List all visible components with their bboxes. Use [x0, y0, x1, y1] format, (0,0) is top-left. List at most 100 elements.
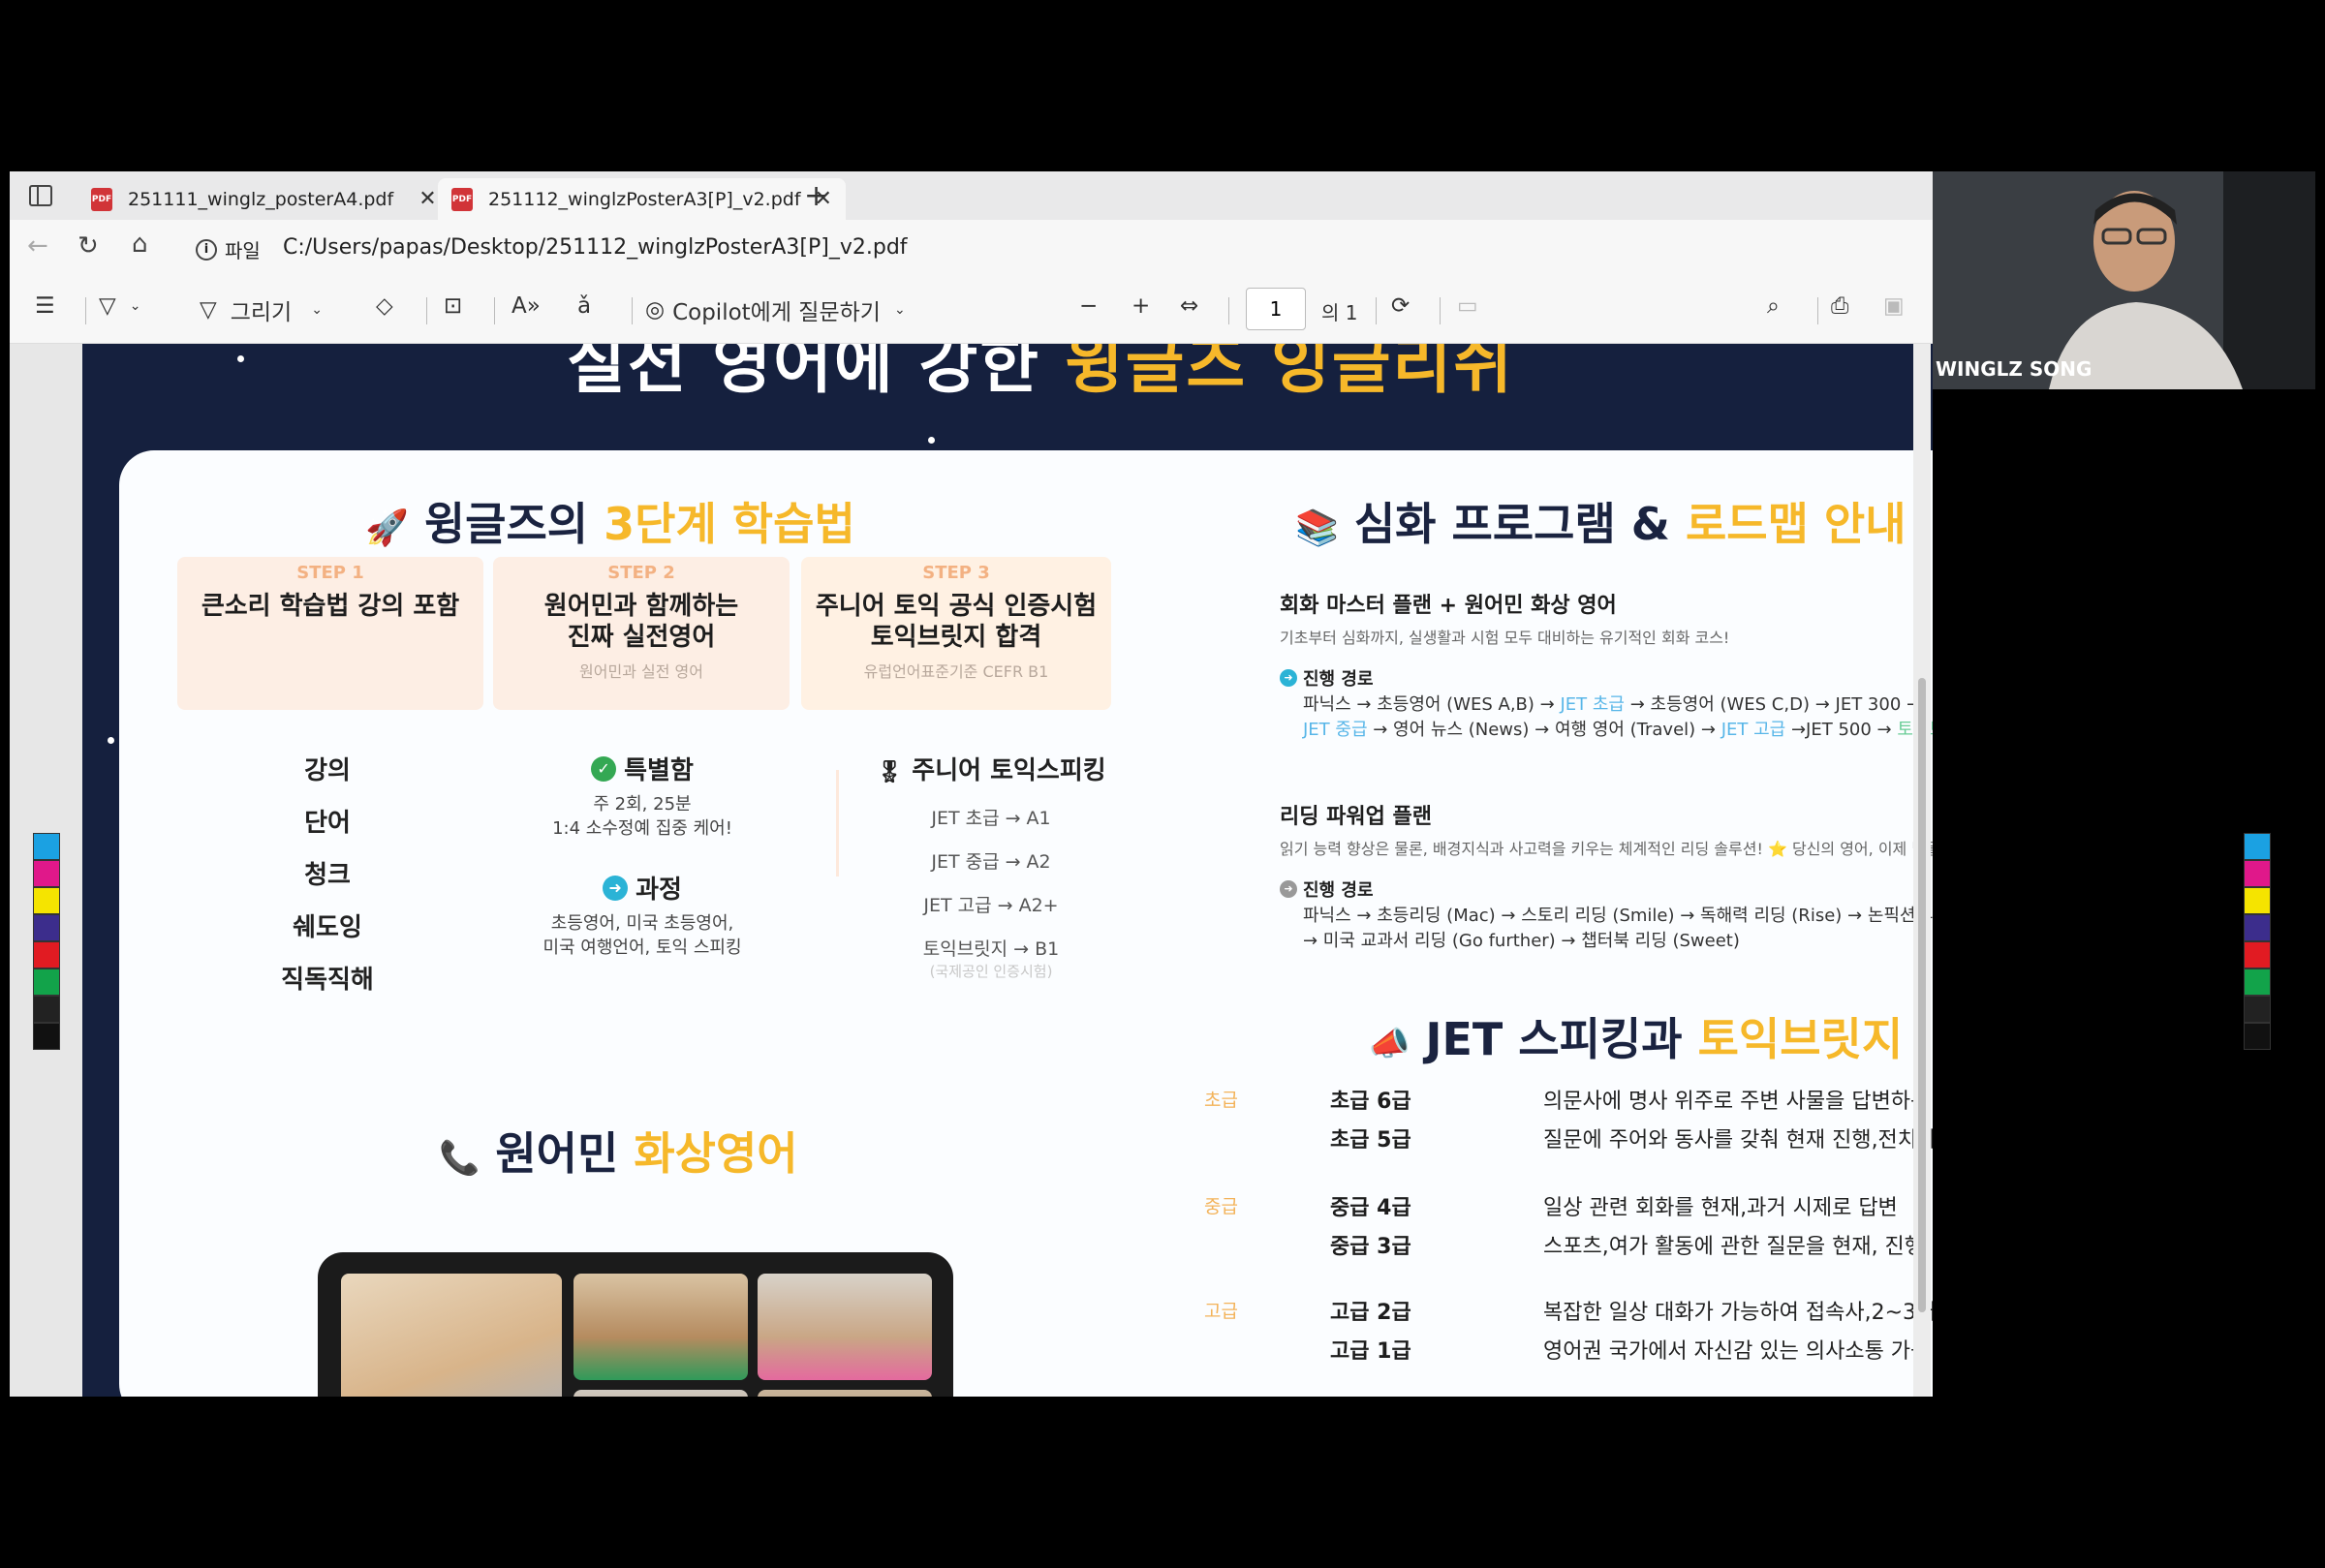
refresh-icon[interactable]: ↻	[78, 231, 99, 261]
back-icon[interactable]: ←	[27, 231, 48, 261]
new-tab-icon[interactable]: +	[804, 179, 828, 213]
step-label: STEP 2	[607, 563, 675, 583]
copilot-button[interactable]: ◎ Copilot에게 질문하기 ⌄	[645, 293, 906, 326]
fit-width-icon[interactable]: ⇔	[1180, 293, 1198, 319]
special-heading-text: 특별함	[624, 756, 694, 785]
page-view-icon[interactable]: ▭	[1457, 293, 1478, 319]
home-icon[interactable]: ⌂	[132, 230, 148, 259]
divider	[426, 297, 427, 324]
step-sub: 원어민과 실전 영어	[579, 662, 703, 681]
translate-icon[interactable]: ǎ	[577, 293, 591, 319]
color-swatch[interactable]	[33, 833, 60, 860]
color-swatch[interactable]	[33, 968, 60, 996]
poster-page: 실전 영어에 강한 윙글즈 잉글리쉬 🚀 윙글즈의 3단계 학습법 STEP 1…	[82, 344, 1933, 1397]
text-box-icon[interactable]: ⊡	[444, 293, 462, 319]
tab-posterA4[interactable]: PDF 251111_winglz_posterA4.pdf ✕	[78, 178, 450, 220]
video-title-dark: 원어민	[495, 1127, 635, 1180]
color-swatch[interactable]	[2244, 996, 2271, 1023]
copilot-icon: ◎	[645, 297, 666, 323]
toeic-level: JET 초급 → A1	[931, 808, 1051, 829]
step-3-box: STEP 3 주니어 토익 공식 인증시험 토익브릿지 합격 유럽언어표준기준 …	[801, 557, 1111, 710]
level-name: 고급 1급	[1330, 1339, 1411, 1364]
contents-icon[interactable]: ☰	[35, 293, 55, 319]
pdf-document-area[interactable]: 실전 영어에 강한 윙글즈 잉글리쉬 🚀 윙글즈의 3단계 학습법 STEP 1…	[10, 344, 1933, 1397]
pdf-toolbar: ☰ ▽ ⌄ ▽ 그리기 ⌄ ◇ ⊡ A» ǎ ◎ Copilot에게 질문하기 …	[10, 276, 1933, 344]
step-sub: 유럽언어표준기준 CEFR B1	[863, 662, 1049, 681]
poster-title-gold: 윙글즈 잉글리쉬	[1064, 344, 1515, 402]
vertical-scrollbar[interactable]	[1913, 344, 1931, 1397]
zoom-out-icon[interactable]: −	[1079, 293, 1098, 319]
color-swatch[interactable]	[2244, 1023, 2271, 1050]
level-name: 고급 2급	[1330, 1301, 1411, 1325]
read-aloud-icon[interactable]: A»	[512, 293, 541, 319]
color-palette-right	[2244, 833, 2271, 1050]
megaphone-icon: 📣	[1369, 1025, 1410, 1063]
draw-button[interactable]: ▽ 그리기 ⌄	[200, 293, 323, 326]
step-title: 진짜 실전영어	[567, 623, 716, 652]
divider	[1376, 297, 1377, 324]
phone-icon: 📞	[439, 1139, 480, 1178]
star-decoration	[928, 437, 935, 444]
scrollbar-thumb[interactable]	[1918, 678, 1926, 1312]
level-name: 중급 4급	[1330, 1196, 1411, 1220]
color-swatch[interactable]	[33, 1023, 60, 1050]
step-title: 원어민과 함께하는	[543, 592, 739, 621]
tab-actions-icon[interactable]	[29, 185, 52, 206]
path-highlight: JET 중급	[1303, 720, 1368, 740]
toeic-heading: 🎖 주니어 토익스피킹	[865, 751, 1117, 786]
color-swatch[interactable]	[2244, 968, 2271, 996]
teacher-video	[341, 1274, 562, 1397]
color-swatch[interactable]	[33, 860, 60, 887]
books-icon: 📚	[1295, 508, 1339, 548]
reading-heading: 리딩 파워업 플랜	[1280, 805, 1432, 829]
color-swatch[interactable]	[33, 914, 60, 941]
color-swatch[interactable]	[2244, 887, 2271, 914]
rocket-icon: 🚀	[365, 508, 409, 548]
jet-title-gold: 토익브릿지	[1697, 1013, 1904, 1065]
arrow-circle-icon: ➜	[1280, 880, 1297, 898]
site-info[interactable]: i 파일	[196, 235, 261, 263]
draw-label: 그리기	[230, 300, 293, 325]
tier-tag: 중급	[1204, 1196, 1238, 1217]
special-line: 주 2회, 25분	[593, 794, 692, 815]
color-swatch[interactable]	[33, 887, 60, 914]
level-desc: 의문사에 명사 위주로 주변 사물을 답변하는 수준	[1543, 1090, 1933, 1114]
page-number-input[interactable]: 1	[1246, 288, 1306, 330]
conversation-sub: 기초부터 심화까지, 실생활과 시험 모두 대비하는 유기적인 회화 코스!	[1280, 629, 1730, 647]
url-field[interactable]: C:/Users/papas/Desktop/251112_winglzPost…	[283, 235, 908, 260]
step-2-box: STEP 2 원어민과 함께하는 진짜 실전영어 원어민과 실전 영어	[493, 557, 790, 710]
path-highlight: JET 초급	[1560, 694, 1625, 715]
close-icon[interactable]: ✕	[418, 187, 436, 211]
zoom-in-icon[interactable]: +	[1132, 293, 1150, 319]
divider	[836, 770, 839, 876]
star-decoration	[108, 737, 114, 744]
process-heading: ➜ 과정	[487, 870, 797, 906]
tab-posterA3[interactable]: PDF 251112_winglzPosterA3[P]_v2.pdf ✕	[438, 178, 846, 220]
screen: PDF 251111_winglz_posterA4.pdf ✕ PDF 251…	[0, 0, 2325, 1568]
process-line: 초등영어, 미국 초등영어,	[550, 913, 734, 934]
conversation-path-heading: ➜ 진행 경로	[1280, 665, 1374, 691]
eraser-icon[interactable]: ◇	[376, 293, 393, 319]
path-label: 진행 경로	[1303, 669, 1374, 690]
course-item: 직독직해	[281, 966, 374, 995]
color-swatch[interactable]	[2244, 914, 2271, 941]
highlight-icon[interactable]: ▽ ⌄	[99, 293, 140, 319]
video-title: 📞 원어민 화상영어	[439, 1119, 798, 1183]
save-icon[interactable]: ▣	[1883, 293, 1905, 319]
color-swatch[interactable]	[2244, 860, 2271, 887]
color-swatch[interactable]	[2244, 833, 2271, 860]
level-desc: 영어권 국가에서 자신감 있는 의사소통 가능	[1543, 1339, 1931, 1364]
color-swatch[interactable]	[33, 941, 60, 968]
process-line: 미국 여행언어, 토익 스피킹	[542, 938, 742, 958]
tab-title: 251111_winglz_posterA4.pdf	[128, 188, 394, 210]
print-icon[interactable]: ⎙	[1831, 293, 1848, 319]
color-swatch[interactable]	[2244, 941, 2271, 968]
color-swatch[interactable]	[33, 996, 60, 1023]
toeic-column: 🎖 주니어 토익스피킹 JET 초급 → A1 JET 중급 → A2 JET …	[865, 751, 1117, 981]
search-icon[interactable]: ⌕	[1767, 293, 1780, 319]
level-desc: 일상 관련 회화를 현재,과거 시제로 답변	[1543, 1196, 1898, 1220]
path-text: 파닉스 → 초등영어 (WES A,B) →	[1303, 694, 1561, 715]
program-title-dark: 심화 프로그램 &	[1353, 498, 1686, 550]
toeic-note: (국제공인 인증시험)	[929, 963, 1053, 980]
rotate-icon[interactable]: ⟳	[1391, 293, 1410, 319]
